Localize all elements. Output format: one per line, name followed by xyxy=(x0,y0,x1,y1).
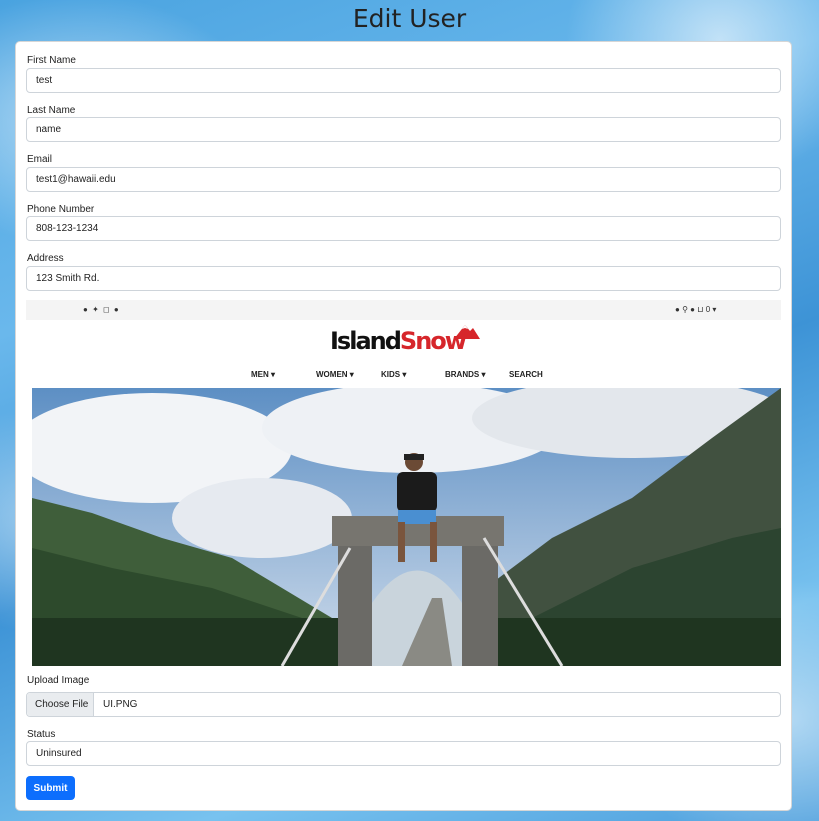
user-icon: ● xyxy=(690,305,696,314)
nav-women: WOMEN ▾ xyxy=(316,370,354,379)
choose-file-button[interactable]: Choose File xyxy=(27,693,94,716)
search-icon: ⚲ xyxy=(682,305,688,314)
facebook-icon: ● xyxy=(83,305,89,314)
email-field[interactable]: test1@hawaii.edu xyxy=(26,167,781,192)
edit-user-card: First Name test Last Name name Email tes… xyxy=(15,41,792,811)
last-name-field[interactable]: name xyxy=(26,117,781,142)
address-field[interactable]: 123 Smith Rd. xyxy=(26,266,781,291)
nav-kids: KIDS ▾ xyxy=(381,370,407,379)
upload-label: Upload Image xyxy=(27,675,90,686)
instagram-icon: ◻ xyxy=(103,305,111,314)
first-name-label: First Name xyxy=(27,55,76,66)
pinterest-icon: ● xyxy=(113,305,120,314)
twitter-icon: ✦ xyxy=(92,305,100,314)
status-field[interactable]: Uninsured xyxy=(26,741,781,766)
apple-icon: ● xyxy=(675,305,680,314)
preview-topbar: ● ✦ ◻ ● ● ⚲ ● ⊔ 0 ▾ xyxy=(26,300,781,320)
status-label: Status xyxy=(27,729,56,740)
cart-icon: ⊔ xyxy=(697,305,704,314)
nav-men: MEN ▾ xyxy=(251,370,276,379)
social-icons: ● ✦ ◻ ● xyxy=(83,305,120,314)
phone-label: Phone Number xyxy=(27,204,95,215)
mountain-logo-icon xyxy=(454,325,480,339)
submit-button[interactable]: Submit xyxy=(26,776,75,800)
email-label: Email xyxy=(27,154,53,165)
page-title: Edit User xyxy=(352,4,467,33)
chevron-down-icon: ▾ xyxy=(712,305,717,314)
hero-image xyxy=(32,388,781,666)
store-logo: IslandSnow xyxy=(330,327,467,355)
last-name-label: Last Name xyxy=(27,105,76,116)
nav-search: SEARCH xyxy=(509,370,543,379)
cart-count: 0 xyxy=(705,305,711,314)
utility-icons: ● ⚲ ● ⊔ 0 ▾ xyxy=(675,305,716,314)
first-name-field[interactable]: test xyxy=(26,68,781,93)
address-label: Address xyxy=(27,253,64,264)
image-preview: ● ✦ ◻ ● ● ⚲ ● ⊔ 0 ▾ IslandSnow MEN ▾ WOM… xyxy=(26,300,781,666)
file-input[interactable]: Choose File UI.PNG xyxy=(26,692,781,717)
phone-field[interactable]: 808-123-1234 xyxy=(26,216,781,241)
file-name: UI.PNG xyxy=(103,699,138,710)
nav-brands: BRANDS ▾ xyxy=(445,370,486,379)
